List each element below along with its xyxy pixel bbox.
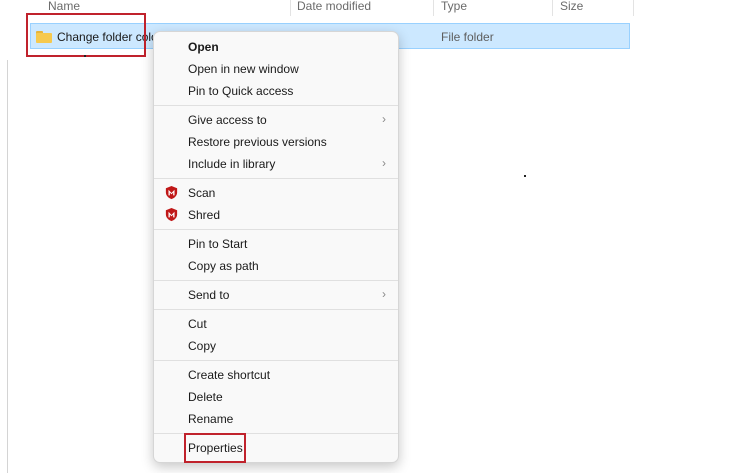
chevron-right-icon: ›	[382, 287, 386, 301]
annotation-highlight-folder	[26, 13, 146, 57]
menu-item-rename[interactable]: Rename	[154, 408, 398, 430]
menu-item-create-shortcut[interactable]: Create shortcut	[154, 364, 398, 386]
stray-dot	[84, 55, 86, 57]
menu-item-label: Pin to Start	[188, 237, 248, 251]
menu-item-label: Give access to	[188, 113, 267, 127]
column-divider[interactable]	[290, 0, 291, 16]
column-header-size[interactable]: Size	[560, 0, 583, 14]
menu-item-restore-versions[interactable]: Restore previous versions	[154, 131, 398, 153]
chevron-right-icon: ›	[382, 156, 386, 170]
menu-item-label: Open in new window	[188, 62, 299, 76]
mcafee-shield-icon	[165, 185, 178, 200]
menu-item-label: Send to	[188, 288, 230, 302]
column-divider[interactable]	[433, 0, 434, 16]
menu-item-label: Scan	[188, 186, 216, 200]
menu-item-label: Rename	[188, 412, 234, 426]
menu-item-label: Delete	[188, 390, 223, 404]
context-menu: Open Open in new window Pin to Quick acc…	[153, 31, 399, 463]
menu-item-label: Copy	[188, 339, 217, 353]
menu-item-label: Cut	[188, 317, 207, 331]
menu-item-open[interactable]: Open	[154, 36, 398, 58]
menu-item-label: Pin to Quick access	[188, 84, 294, 98]
file-type: File folder	[441, 30, 494, 44]
menu-item-shred[interactable]: Shred	[154, 204, 398, 226]
menu-item-label: Copy as path	[188, 259, 259, 273]
menu-item-label: Restore previous versions	[188, 135, 327, 149]
menu-item-delete[interactable]: Delete	[154, 386, 398, 408]
mcafee-shield-icon	[165, 207, 178, 222]
column-header-type[interactable]: Type	[441, 0, 467, 14]
menu-item-open-new-window[interactable]: Open in new window	[154, 58, 398, 80]
pane-left-border	[7, 60, 8, 473]
column-header-date-modified[interactable]: Date modified	[297, 0, 371, 14]
menu-separator	[154, 229, 398, 230]
menu-separator	[154, 360, 398, 361]
menu-item-scan[interactable]: Scan	[154, 182, 398, 204]
menu-separator	[154, 178, 398, 179]
menu-item-give-access[interactable]: Give access to ›	[154, 109, 398, 131]
menu-item-cut[interactable]: Cut	[154, 313, 398, 335]
menu-item-pin-quick-access[interactable]: Pin to Quick access	[154, 80, 398, 102]
column-divider[interactable]	[552, 0, 553, 16]
menu-item-label: Include in library	[188, 157, 276, 171]
annotation-highlight-properties	[184, 433, 246, 463]
menu-item-include-library[interactable]: Include in library ›	[154, 153, 398, 175]
menu-item-pin-start[interactable]: Pin to Start	[154, 233, 398, 255]
menu-separator	[154, 105, 398, 106]
stray-dot	[524, 175, 526, 177]
menu-item-send-to[interactable]: Send to ›	[154, 284, 398, 306]
menu-item-label: Shred	[188, 208, 221, 222]
chevron-right-icon: ›	[382, 112, 386, 126]
menu-item-copy[interactable]: Copy	[154, 335, 398, 357]
column-divider[interactable]	[633, 0, 634, 16]
menu-item-label: Open	[188, 40, 219, 54]
menu-item-copy-path[interactable]: Copy as path	[154, 255, 398, 277]
menu-separator	[154, 280, 398, 281]
menu-item-label: Create shortcut	[188, 368, 271, 382]
menu-separator	[154, 309, 398, 310]
column-header-name[interactable]: Name	[48, 0, 80, 14]
